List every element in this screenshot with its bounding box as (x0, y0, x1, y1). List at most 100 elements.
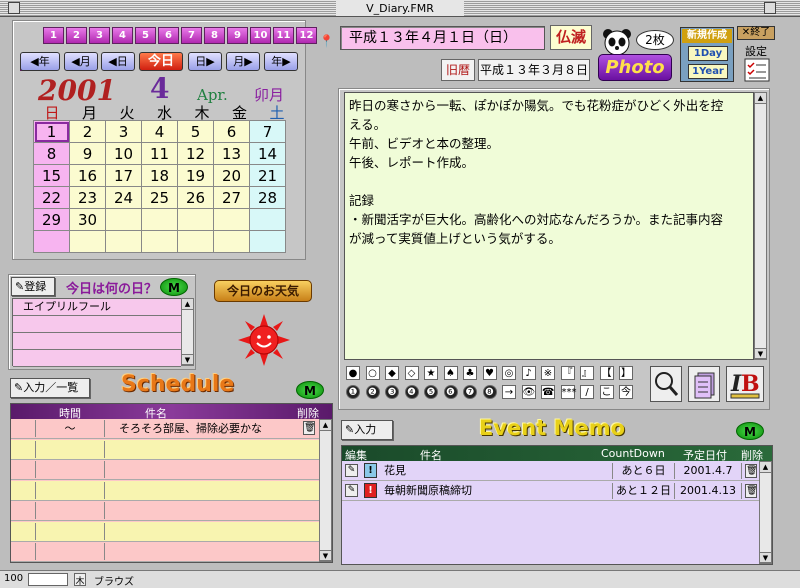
schedule-input-button[interactable]: ✎入力／一覧 (10, 378, 90, 398)
symbol-button[interactable]: こ (599, 385, 614, 399)
schedule-scrollbar[interactable]: ▲ ▼ (319, 419, 332, 562)
calendar-day[interactable] (177, 208, 214, 231)
priority-flag[interactable]: ! (364, 463, 377, 478)
table-row[interactable] (11, 439, 320, 460)
calendar-day[interactable]: 12 (177, 142, 214, 165)
pencil-icon[interactable]: ✎ (345, 484, 358, 497)
priority-flag[interactable]: ! (364, 483, 377, 498)
month-button-10[interactable]: 10 (250, 27, 271, 44)
calendar-day[interactable]: 28 (249, 186, 286, 209)
calendar-day[interactable] (249, 208, 286, 231)
table-row[interactable]: ✎! 花見 あと６日 2001.4.7 🗑 (342, 461, 760, 481)
symbol-button[interactable]: 【 (599, 366, 614, 380)
diary-text-area[interactable]: 昨日の寒さから一転、ぽかぽか陽気。でも花粉症がひどく外出を控 える。 午前、ビデオと… (344, 92, 754, 360)
symbol-button[interactable]: ※ (541, 366, 555, 380)
calendar-day[interactable]: 17 (105, 164, 142, 187)
table-row[interactable]: ～ そろそろ部屋、掃除必要かな 🗑 (11, 419, 320, 439)
calendar-day[interactable]: 18 (141, 164, 178, 187)
date-field[interactable]: 平成１３年４月１日（日） (340, 26, 545, 50)
next-day-button[interactable]: 日▶ (188, 52, 222, 71)
pin-icon[interactable]: 📍 (319, 34, 334, 48)
pencil-icon[interactable]: ✎ (345, 464, 358, 477)
calendar-day[interactable]: 19 (177, 164, 214, 187)
event-m-button[interactable]: M (736, 422, 764, 440)
table-row[interactable]: ✎! 毎朝新聞原稿締切 あと１２日 2001.4.13 🗑 (342, 481, 760, 501)
calendar-day[interactable]: 14 (249, 142, 286, 165)
calendar-day[interactable]: 25 (141, 186, 178, 209)
symbol-button[interactable]: ❻ (443, 385, 458, 399)
table-row[interactable] (11, 501, 320, 521)
symbol-button[interactable]: ♠ (443, 366, 458, 380)
prev-year-button[interactable]: ◀年 (20, 52, 60, 71)
exit-button[interactable]: ✕終了 (737, 26, 775, 40)
schedule-m-button[interactable]: M (296, 381, 324, 399)
search-button[interactable] (650, 366, 682, 402)
calendar-day[interactable]: 9 (69, 142, 106, 165)
calendar-day[interactable]: 5 (177, 120, 214, 143)
symbol-button[interactable]: 『 (560, 366, 575, 380)
symbol-button[interactable]: ❷ (365, 385, 380, 399)
month-button-7[interactable]: 7 (181, 27, 202, 44)
calendar-day[interactable]: 23 (69, 186, 106, 209)
table-row[interactable] (11, 542, 320, 562)
symbol-button[interactable]: ♥ (482, 366, 497, 380)
prev-month-button[interactable]: ◀月 (64, 52, 98, 71)
symbol-button[interactable]: 』 (580, 366, 594, 380)
symbol-button[interactable]: 👁 (521, 385, 536, 399)
calendar-day[interactable]: 16 (69, 164, 106, 187)
symbol-button[interactable]: 今 (619, 385, 633, 399)
symbol-button[interactable]: ❺ (424, 385, 438, 399)
symbol-button[interactable]: ● (346, 366, 360, 380)
prev-day-button[interactable]: ◀日 (101, 52, 135, 71)
symbol-button[interactable]: ☎ (541, 385, 555, 399)
next-year-button[interactable]: 年▶ (264, 52, 298, 71)
symbol-button[interactable]: ◆ (385, 366, 399, 380)
calendar-day[interactable] (249, 230, 286, 253)
scroll-up-icon[interactable]: ▲ (755, 93, 766, 104)
diary-scrollbar[interactable]: ▲ ▼ (754, 92, 767, 360)
calendar-day[interactable] (213, 208, 250, 231)
calendar-day[interactable]: 24 (105, 186, 142, 209)
scroll-up-icon[interactable]: ▲ (182, 299, 193, 310)
calendar-day[interactable] (141, 208, 178, 231)
calendar-day[interactable]: 3 (105, 120, 142, 143)
calendar-day[interactable]: 11 (141, 142, 178, 165)
symbol-button[interactable]: 】 (619, 366, 633, 380)
month-button-3[interactable]: 3 (89, 27, 110, 44)
anniversary-item[interactable] (13, 316, 181, 333)
calendar-day[interactable]: 26 (177, 186, 214, 209)
month-button-6[interactable]: 6 (158, 27, 179, 44)
title-bar[interactable]: V_Diary.FMR (0, 0, 800, 17)
table-row[interactable] (11, 521, 320, 542)
calendar-day[interactable] (105, 208, 142, 231)
calendar-day[interactable]: 2 (69, 120, 106, 143)
register-button[interactable]: ✎登録 (11, 277, 55, 296)
mode-label[interactable]: ブラウズ (94, 573, 134, 588)
trash-icon[interactable]: 🗑 (303, 421, 315, 435)
zoom-level[interactable]: 100 (4, 573, 23, 584)
event-scrollbar[interactable]: ▲ ▼ (759, 461, 772, 564)
symbol-button[interactable]: ❶ (346, 385, 360, 399)
symbol-button[interactable]: → (502, 385, 516, 399)
calendar-day[interactable]: 15 (33, 164, 70, 187)
calendar-day[interactable]: 21 (249, 164, 286, 187)
month-button-11[interactable]: 11 (273, 27, 294, 44)
calendar-day[interactable] (33, 230, 70, 253)
month-button-1[interactable]: 1 (43, 27, 64, 44)
calendar-day[interactable]: 8 (33, 142, 70, 165)
anniversary-item[interactable] (13, 350, 181, 367)
status-mode-icon[interactable]: 木 (74, 573, 86, 587)
scroll-down-icon[interactable]: ▼ (182, 354, 193, 365)
calendar-day[interactable]: 29 (33, 208, 70, 231)
scroll-down-icon[interactable]: ▼ (320, 550, 331, 561)
symbol-button[interactable]: / (580, 385, 594, 399)
anniversary-item[interactable] (13, 333, 181, 350)
calendar-day[interactable]: 22 (33, 186, 70, 209)
trash-icon[interactable]: 🗑 (745, 464, 757, 478)
anniversary-scrollbar[interactable]: ▲ ▼ (181, 298, 194, 366)
scroll-up-icon[interactable]: ▲ (760, 462, 771, 473)
calendar-day[interactable]: 6 (213, 120, 250, 143)
calendar-day[interactable]: 13 (213, 142, 250, 165)
symbol-button[interactable]: ★ (424, 366, 438, 380)
calendar-day[interactable] (213, 230, 250, 253)
